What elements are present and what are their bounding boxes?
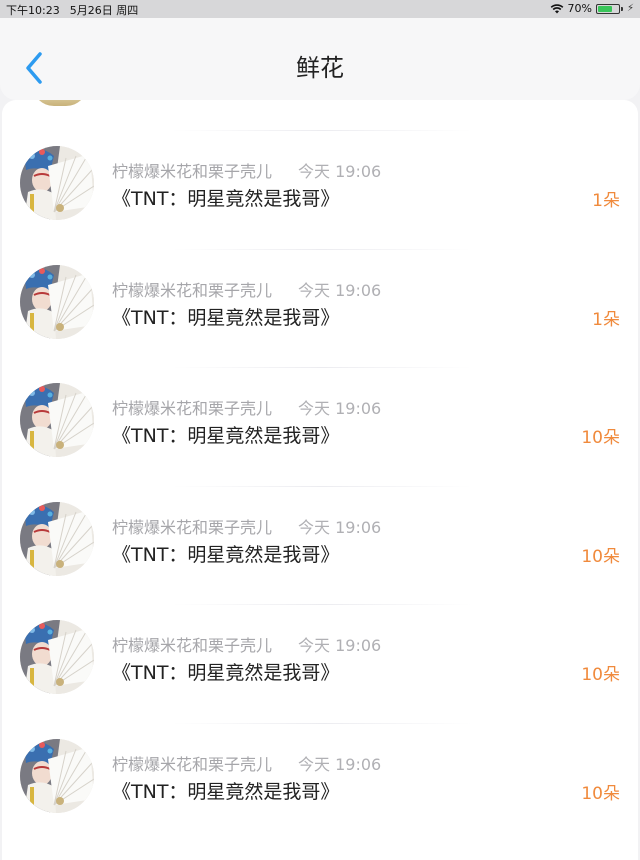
navigation-bar: 鲜花 (0, 18, 640, 100)
timestamp: 今天 19:06 (298, 517, 382, 537)
battery-icon (595, 3, 620, 14)
list-item[interactable]: 柠檬爆米花和栗子壳儿 今天 19:06 《TNT：明星竟然是我哥》 10朵 (2, 349, 638, 467)
list-item[interactable]: 柠檬爆米花和栗子壳儿 今天 19:06 《TNT：明星竟然是我哥》 1朵 (2, 112, 638, 230)
status-right: 70% ⚡ (550, 2, 634, 15)
list-item[interactable]: 柠檬爆米花和栗子壳儿 今天 19:06 《TNT：明星竟然是我哥》 10朵 (2, 586, 638, 704)
battery-tip (620, 6, 623, 11)
divider (172, 722, 472, 724)
divider (172, 367, 472, 368)
timestamp: 今天 19:06 (298, 636, 382, 655)
avatar (32, 100, 88, 106)
status-time: 下午10:23 (6, 4, 60, 17)
divider (172, 130, 472, 131)
avatar-image (20, 383, 94, 457)
flower-count: 10朵 (581, 783, 620, 804)
flower-count: 10朵 (581, 546, 620, 567)
flower-count: 10朵 (581, 665, 620, 685)
avatar[interactable] (20, 501, 94, 576)
timestamp: 今天 19:06 (298, 399, 382, 418)
list-item[interactable]: 柠檬爆米花和栗子壳儿 今天 19:06 《TNT：明星竟然是我哥》 10朵 (2, 705, 638, 823)
sender-name: 柠檬爆米花和栗子壳儿 (112, 399, 273, 418)
book-title: 《TNT：明星竟然是我哥》 (112, 306, 340, 329)
timestamp: 今天 19:06 (298, 280, 382, 300)
avatar-image (20, 620, 94, 694)
divider (172, 485, 472, 487)
avatar[interactable] (20, 383, 94, 457)
avatar-image (20, 264, 94, 339)
list-item[interactable]: 柠檬爆米花和栗子壳儿 今天 19:06 《TNT：明星竟然是我哥》 1朵 (2, 231, 638, 349)
battery-percent: 70% (567, 2, 592, 15)
flower-list: 柠檬爆米花和栗子壳儿 今天 19:06 《TNT：明星竟然是我哥》 1朵 柠檬爆… (2, 100, 638, 860)
sender-name: 柠檬爆米花和栗子壳儿 (112, 754, 273, 774)
book-title: 《TNT：明星竟然是我哥》 (112, 543, 340, 566)
timestamp: 今天 19:06 (298, 162, 382, 181)
flower-count: 10朵 (581, 428, 620, 448)
avatar-image (20, 146, 94, 220)
sender-name: 柠檬爆米花和栗子壳儿 (112, 636, 273, 655)
divider (172, 248, 472, 250)
book-title: 《TNT：明星竟然是我哥》 (112, 780, 340, 803)
charging-bolt-icon: ⚡ (626, 3, 634, 14)
flower-count: 1朵 (592, 191, 620, 211)
sender-name: 柠檬爆米花和栗子壳儿 (112, 162, 273, 181)
avatar-image (20, 501, 94, 576)
avatar[interactable] (20, 620, 94, 694)
book-title: 《TNT：明星竟然是我哥》 (112, 188, 340, 210)
flower-count: 1朵 (592, 309, 620, 330)
book-title: 《TNT：明星竟然是我哥》 (112, 662, 340, 684)
avatar[interactable] (20, 146, 94, 220)
sender-name: 柠檬爆米花和栗子壳儿 (112, 280, 273, 300)
status-date: 5月26日 周四 (69, 4, 139, 17)
timestamp: 今天 19:06 (298, 754, 382, 774)
status-bar: 下午10:23 5月26日 周四 70% ⚡ (0, 0, 640, 18)
divider (172, 604, 472, 605)
sender-name: 柠檬爆米花和栗子壳儿 (112, 517, 273, 537)
avatar-image (20, 738, 94, 813)
list-item[interactable]: 柠檬爆米花和栗子壳儿 今天 19:06 《TNT：明星竟然是我哥》 10朵 (2, 468, 638, 586)
avatar[interactable] (20, 738, 94, 813)
status-left: 下午10:23 5月26日 周四 (6, 2, 138, 18)
battery-fill (597, 5, 612, 12)
avatar[interactable] (20, 264, 94, 339)
book-title: 《TNT：明星竟然是我哥》 (112, 425, 340, 447)
page-title: 鲜花 (296, 54, 344, 82)
wifi-icon (550, 4, 563, 14)
